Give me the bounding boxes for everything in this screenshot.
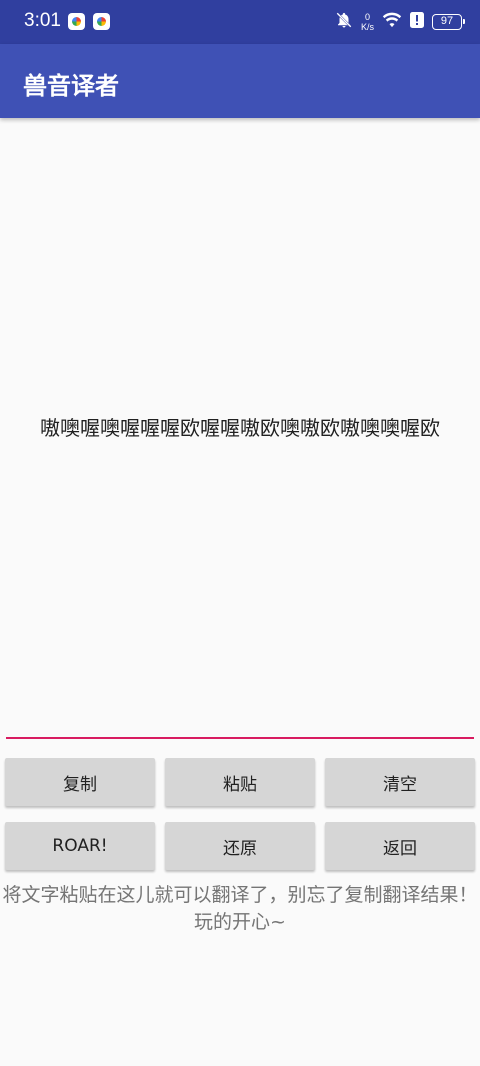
battery-icon: 97: [432, 14, 465, 30]
status-icons: 0 K/s 97: [335, 10, 465, 34]
hint-text: 将文字粘贴在这儿就可以翻译了，别忘了复制翻译结果！玩的开心~: [2, 884, 478, 933]
app-title: 兽音译者: [23, 72, 119, 100]
restore-button[interactable]: 还原: [165, 822, 315, 870]
roar-button[interactable]: ROAR!: [5, 822, 155, 870]
app-notification-icon: [93, 13, 110, 30]
app-notification-icon: [68, 13, 85, 30]
app-bar: 兽音译者: [0, 44, 480, 118]
copy-button[interactable]: 复制: [5, 758, 155, 806]
alert-icon: [410, 12, 424, 32]
status-bar: 3:01 0 K/s 97: [0, 0, 480, 44]
status-time: 3:01: [24, 10, 61, 31]
notifications-off-icon: [335, 11, 353, 33]
output-text[interactable]: 嗷噢喔噢喔喔喔欧喔喔嗷欧噢嗷欧嗷噢噢喔欧: [10, 415, 470, 441]
network-speed-unit: K/s: [360, 22, 374, 32]
network-speed-value: 0: [364, 12, 370, 22]
back-button[interactable]: 返回: [325, 822, 475, 870]
wifi-icon: [382, 12, 402, 32]
paste-button[interactable]: 粘贴: [165, 758, 315, 806]
network-speed: 0 K/s: [361, 12, 374, 32]
translation-output[interactable]: 嗷噢喔噢喔喔喔欧喔喔嗷欧噢嗷欧嗷噢噢喔欧: [0, 118, 480, 738]
input-underline: [6, 737, 474, 739]
clear-button[interactable]: 清空: [325, 758, 475, 806]
